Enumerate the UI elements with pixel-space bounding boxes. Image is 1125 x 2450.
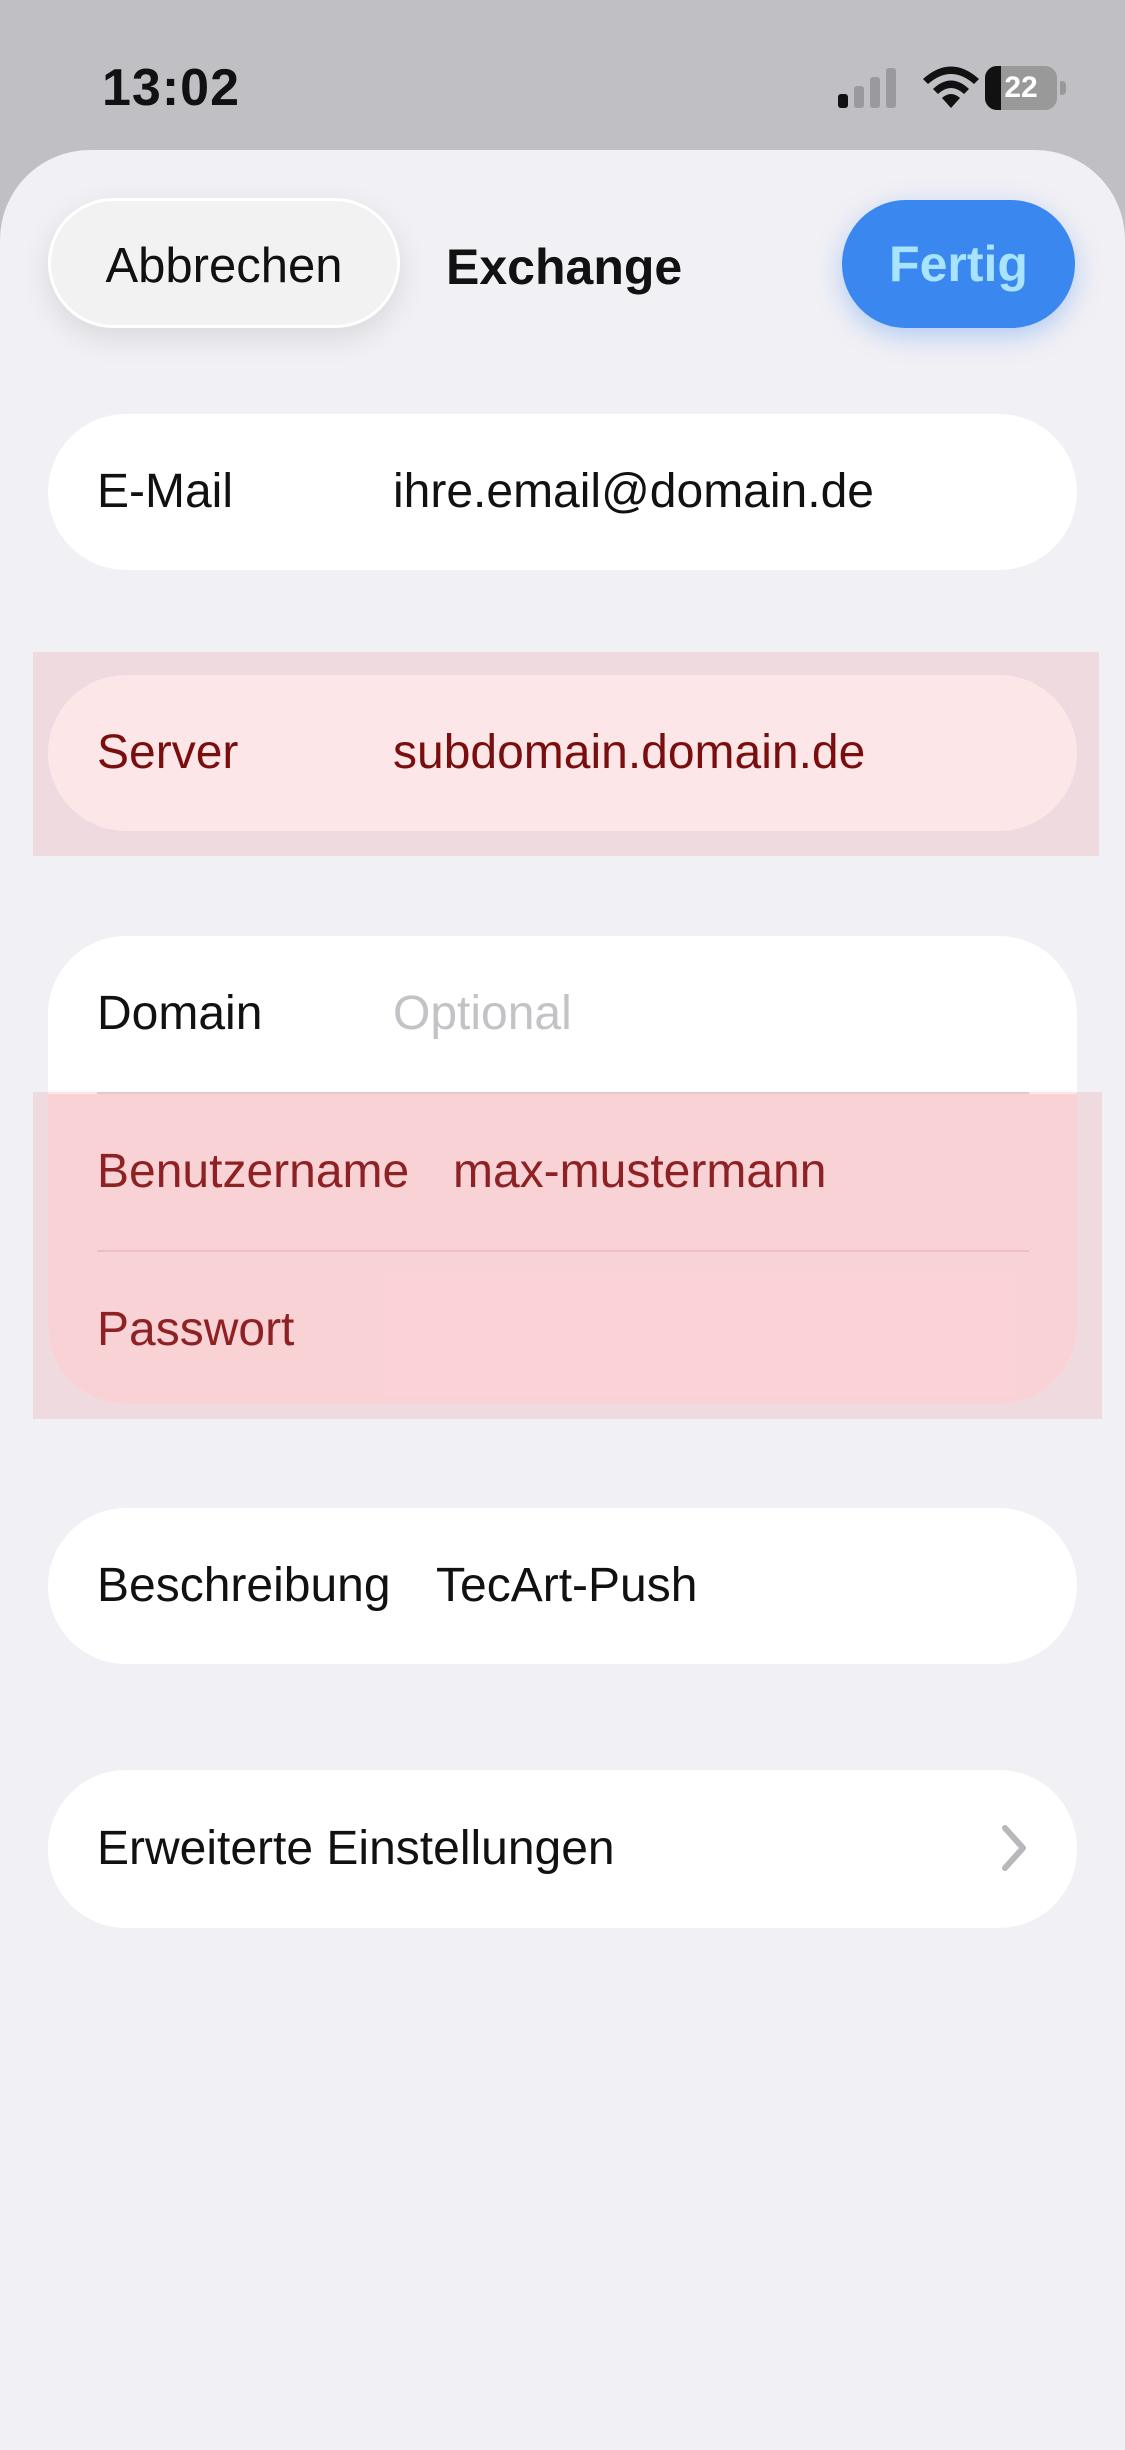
advanced-settings-label: Erweiterte Einstellungen: [97, 1822, 615, 1875]
server-label: Server: [97, 726, 239, 779]
email-row[interactable]: E-Mail ihre.email@domain.de: [48, 414, 1077, 570]
status-bar: 13:02 22: [0, 0, 1125, 160]
domain-label: Domain: [97, 987, 263, 1040]
server-row[interactable]: Server subdomain.domain.de: [48, 675, 1077, 831]
email-group: E-Mail ihre.email@domain.de: [48, 414, 1077, 570]
credentials-error-highlight: [33, 1092, 1102, 1419]
email-label: E-Mail: [97, 465, 234, 518]
email-field[interactable]: ihre.email@domain.de: [393, 414, 874, 570]
domain-field[interactable]: Optional: [393, 936, 572, 1092]
server-field[interactable]: subdomain.domain.de: [393, 675, 865, 831]
advanced-settings-button[interactable]: Erweiterte Einstellungen: [48, 1770, 1077, 1928]
account-sheet: Abbrechen Exchange Fertig E-Mail ihre.em…: [0, 150, 1125, 2450]
description-group: Beschreibung TecArt-Push: [48, 1508, 1077, 1664]
description-label: Beschreibung: [97, 1559, 391, 1612]
cellular-signal-icon: [838, 68, 896, 108]
description-row[interactable]: Beschreibung TecArt-Push: [48, 1508, 1077, 1664]
server-group: Server subdomain.domain.de: [48, 675, 1077, 831]
cancel-button[interactable]: Abbrechen: [48, 198, 400, 328]
status-time: 13:02: [102, 59, 240, 117]
page-title: Exchange: [446, 239, 683, 295]
nav-bar: Abbrechen Exchange Fertig: [0, 150, 1125, 380]
advanced-settings-group: Erweiterte Einstellungen: [48, 1770, 1077, 1928]
battery-icon: 22: [985, 66, 1067, 110]
domain-row[interactable]: Domain Optional: [48, 936, 1077, 1092]
chevron-right-icon: [1002, 1825, 1026, 1871]
battery-level: 22: [1004, 71, 1038, 104]
done-button[interactable]: Fertig: [842, 200, 1075, 328]
description-field[interactable]: TecArt-Push: [436, 1508, 697, 1664]
wifi-icon: [923, 66, 979, 108]
